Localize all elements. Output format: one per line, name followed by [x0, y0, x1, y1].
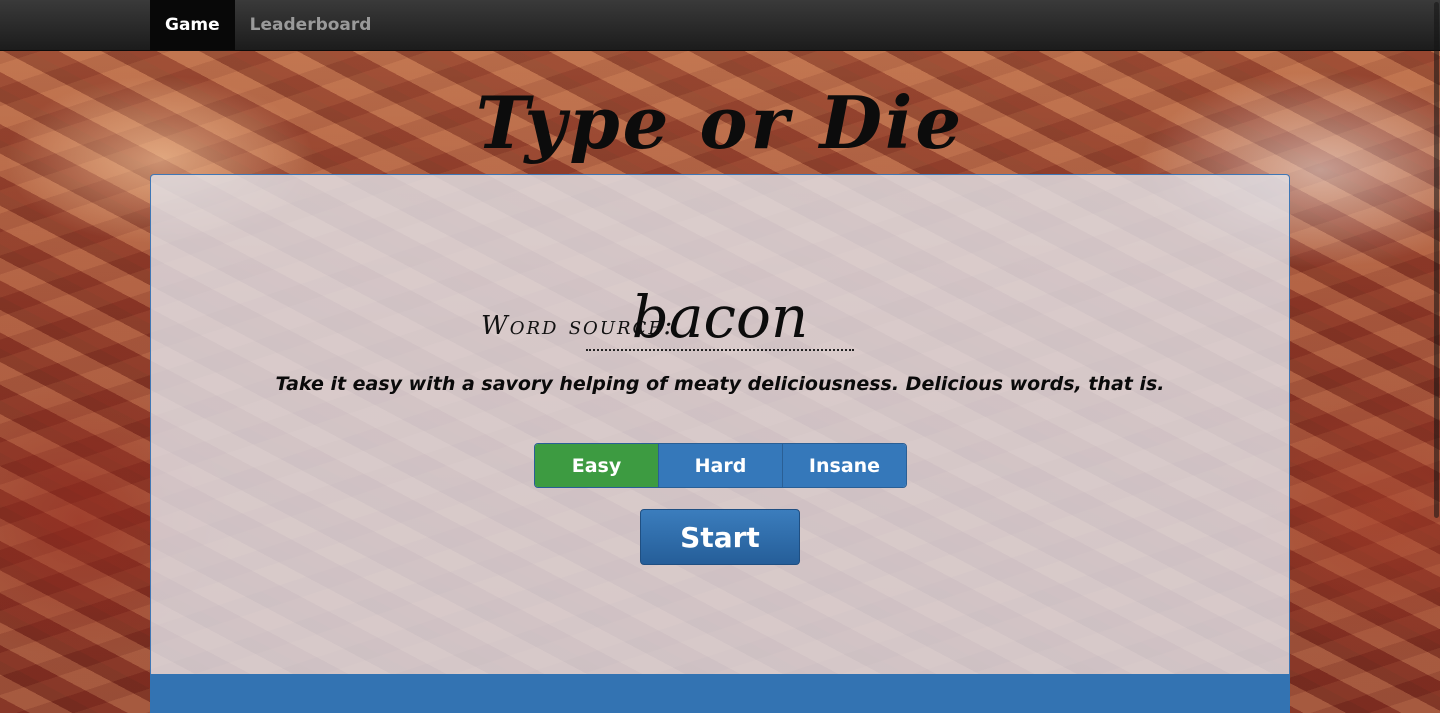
word-source-description: Take it easy with a savory helping of me…	[275, 373, 1165, 395]
nav-item-game[interactable]: Game	[150, 0, 235, 50]
difficulty-hard-button[interactable]: Hard	[658, 444, 782, 487]
nav-item-leaderboard[interactable]: Leaderboard	[235, 0, 387, 50]
page-title: Type or Die	[475, 80, 965, 165]
top-navbar: Game Leaderboard	[0, 0, 1440, 51]
word-source-row: Word source: bacon	[151, 283, 1289, 353]
scrollbar-thumb[interactable]	[1434, 2, 1439, 518]
difficulty-selector: Easy Hard Insane	[534, 443, 907, 488]
page-scrollbar[interactable]	[1434, 0, 1440, 713]
nav-list: Game Leaderboard	[150, 0, 386, 50]
difficulty-easy-button[interactable]: Easy	[535, 444, 658, 487]
difficulty-insane-button[interactable]: Insane	[782, 444, 906, 487]
word-source-input[interactable]: bacon	[586, 283, 854, 351]
panel-footer	[150, 674, 1290, 713]
game-panel: Word source: bacon Take it easy with a s…	[150, 174, 1290, 713]
start-button[interactable]: Start	[640, 509, 800, 565]
